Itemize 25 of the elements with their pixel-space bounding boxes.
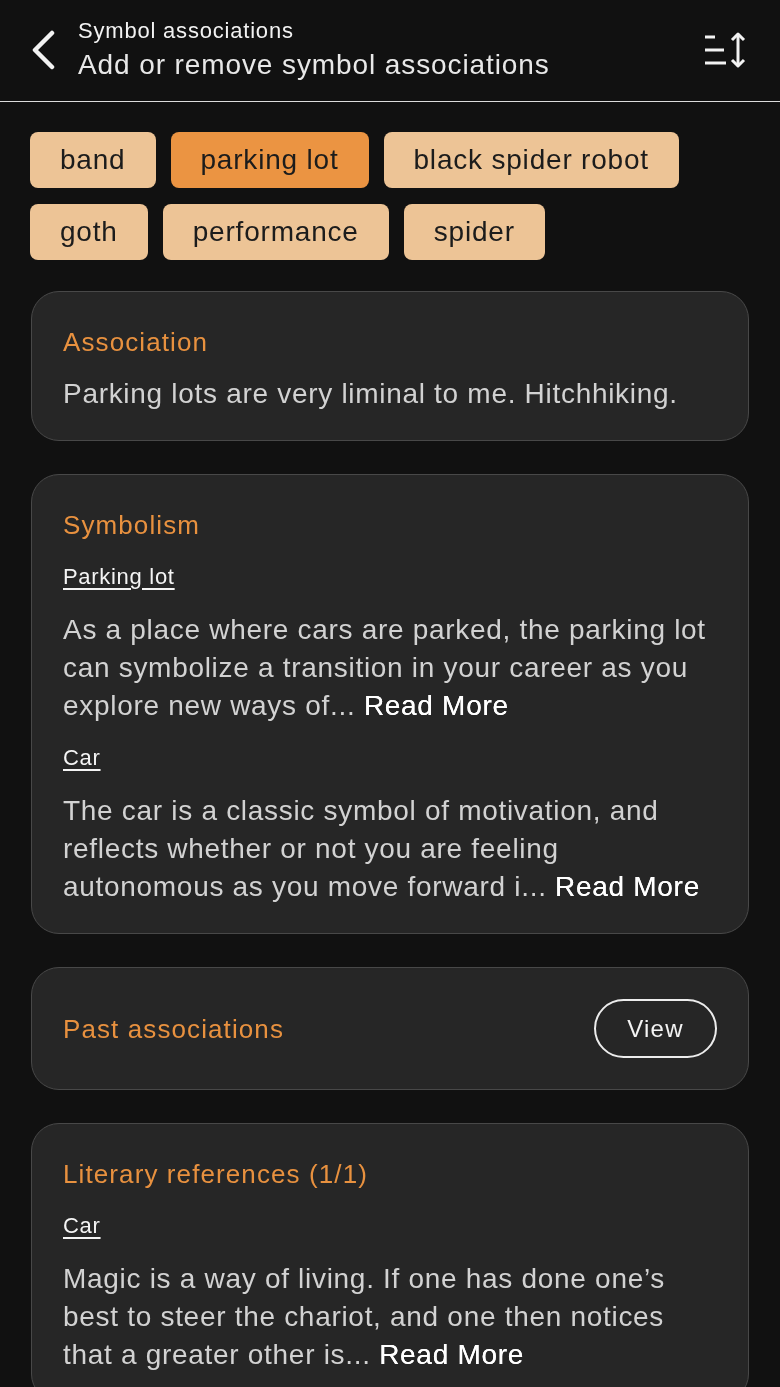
tag-chip[interactable]: band bbox=[30, 132, 156, 188]
view-button[interactable]: View bbox=[594, 999, 717, 1058]
tag-chip[interactable]: parking lot bbox=[170, 132, 369, 188]
back-icon[interactable] bbox=[30, 30, 56, 71]
description-text: Magic is a way of living. If one has done one’s best to steer the chariot, and one then notices that a greater other is... Read More bbox=[63, 1261, 667, 1372]
read-more-link[interactable]: Read More bbox=[555, 870, 700, 902]
card-title: Literary references (1/1) bbox=[63, 1157, 369, 1190]
description-text: The car is a classic symbol of motivation, and reflects whether or not you are feeling autonomous as you move forward i... Read More bbox=[63, 793, 701, 904]
tag-chip[interactable]: goth bbox=[30, 204, 148, 260]
tag-chip[interactable]: black spider robot bbox=[383, 132, 679, 188]
tag-chip[interactable]: performance bbox=[162, 204, 389, 260]
header-title: Add or remove symbol associations bbox=[78, 47, 550, 82]
sort-icon[interactable] bbox=[704, 32, 746, 69]
description-text: As a place where cars are parked, the parking lot can symbolize a transition in your career as you explore new ways of... Read More bbox=[63, 612, 707, 723]
symbol-link[interactable]: Parking lot bbox=[63, 562, 175, 591]
card-title: Symbolism bbox=[63, 508, 202, 541]
card-title: Past associations bbox=[63, 1012, 285, 1045]
symbol-link[interactable]: Car bbox=[63, 743, 101, 772]
card-title: Association bbox=[63, 325, 210, 358]
tag-chip[interactable]: spider bbox=[403, 204, 545, 260]
symbol-link[interactable]: Car bbox=[63, 1211, 101, 1240]
association-text: Parking lots are very liminal to me. Hitchhiking. bbox=[63, 376, 679, 411]
read-more-link[interactable]: Read More bbox=[379, 1338, 524, 1370]
read-more-link[interactable]: Read More bbox=[363, 689, 509, 721]
header-subtitle: Symbol associations bbox=[78, 17, 295, 44]
